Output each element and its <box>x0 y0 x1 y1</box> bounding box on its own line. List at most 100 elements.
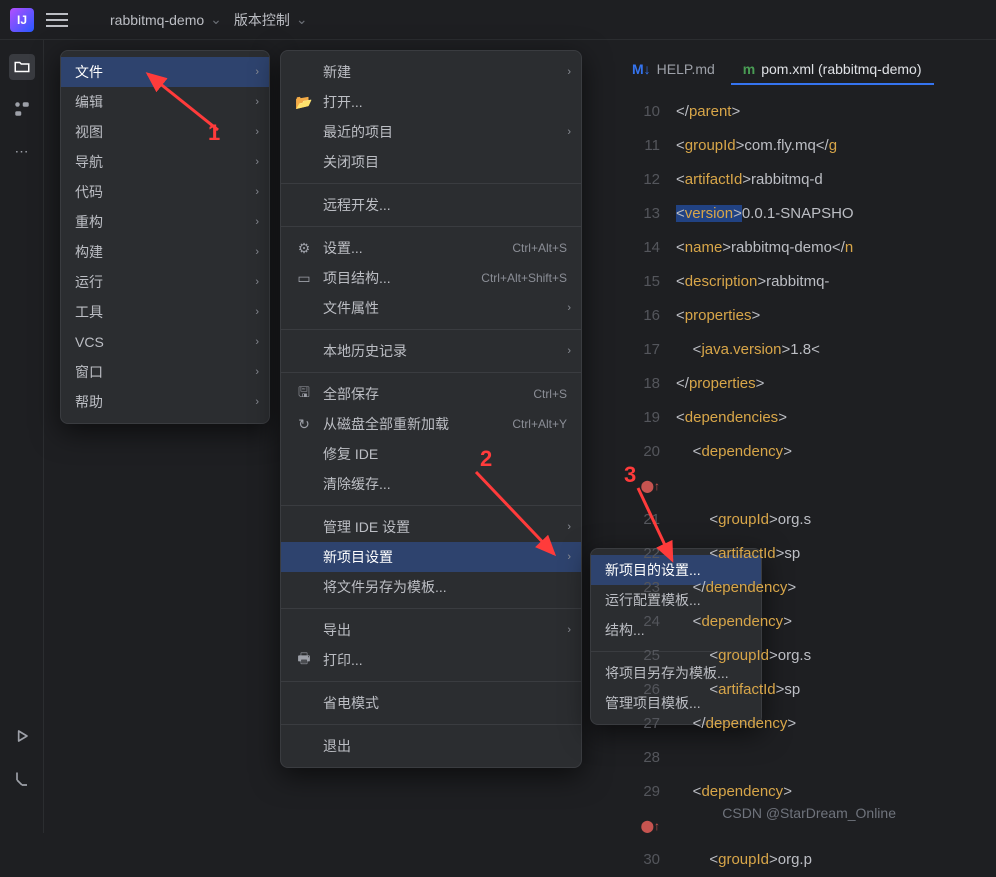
code-content[interactable]: <dependency> <box>676 435 996 503</box>
gutter-icon[interactable]: ⬤↑ <box>641 809 660 843</box>
menu-item[interactable]: 文件属性› <box>281 293 581 323</box>
menu-item[interactable]: 🖶打印... <box>281 645 581 675</box>
menu-item-tools[interactable]: 工具› <box>61 297 269 327</box>
breadcrumb[interactable]: rabbitmq-demo ⌄ <box>110 11 222 28</box>
menu-item[interactable]: 修复 IDE <box>281 439 581 469</box>
menu-item-label: 本地历史记录 <box>323 341 407 361</box>
code-line[interactable]: 12<artifactId>rabbitmq-d <box>620 163 996 197</box>
chevron-down-icon: ⌄ <box>296 11 308 28</box>
code-content[interactable]: <java.version>1.8< <box>676 333 996 367</box>
code-line[interactable]: 23 </dependency> <box>620 571 996 605</box>
code-line[interactable]: 27 </dependency> <box>620 707 996 741</box>
code-content[interactable]: <groupId>org.s <box>676 503 996 537</box>
line-number: 26 <box>620 673 676 707</box>
menu-item[interactable]: 省电模式 <box>281 688 581 718</box>
menu-item-label: 全部保存 <box>323 384 379 404</box>
menu-item[interactable]: 远程开发... <box>281 190 581 220</box>
code-line[interactable]: 14<name>rabbitmq-demo</n <box>620 231 996 265</box>
menu-item[interactable]: 新建› <box>281 57 581 87</box>
menu-item-build[interactable]: 构建› <box>61 237 269 267</box>
menu-item[interactable]: 关闭项目 <box>281 147 581 177</box>
menu-item-icon: 🖶 <box>295 648 313 672</box>
menu-item-vcs[interactable]: VCS› <box>61 327 269 357</box>
main-menu-button[interactable] <box>46 9 68 31</box>
menu-separator <box>281 329 581 330</box>
code-line[interactable]: 24 <dependency> <box>620 605 996 639</box>
menu-item-label: 导航 <box>75 152 103 172</box>
menu-item-window[interactable]: 窗口› <box>61 357 269 387</box>
menu-item[interactable]: ↻从磁盘全部重新加载Ctrl+Alt+Y <box>281 409 581 439</box>
code-line[interactable]: 19<dependencies> <box>620 401 996 435</box>
more-tool-icon[interactable]: ⋯ <box>9 138 35 164</box>
menu-item[interactable]: 最近的项目› <box>281 117 581 147</box>
menu-item-help[interactable]: 帮助› <box>61 387 269 417</box>
code-line[interactable]: 18</properties> <box>620 367 996 401</box>
menu-item-shortcut: Ctrl+S <box>533 387 567 401</box>
code-content[interactable]: <version>0.0.1-SNAPSHO <box>676 197 996 231</box>
code-content[interactable]: <description>rabbitmq- <box>676 265 996 299</box>
line-number: 19 <box>620 401 676 435</box>
menu-item-label: 省电模式 <box>323 693 379 713</box>
menu-item-nav[interactable]: 导航› <box>61 147 269 177</box>
menu-item-label: 重构 <box>75 212 103 232</box>
code-content[interactable]: </dependency> <box>676 707 996 741</box>
menu-item[interactable]: ⚙设置...Ctrl+Alt+S <box>281 233 581 263</box>
code-line[interactable]: 28 <box>620 741 996 775</box>
build-tool-icon[interactable] <box>9 767 35 793</box>
code-content[interactable]: <dependency> <box>676 605 996 639</box>
code-line[interactable]: 16<properties> <box>620 299 996 333</box>
menu-item[interactable]: 📂打开... <box>281 87 581 117</box>
code-content[interactable]: <artifactId>sp <box>676 673 996 707</box>
code-line[interactable]: 30 <groupId>org.p <box>620 843 996 877</box>
code-line[interactable]: 17 <java.version>1.8< <box>620 333 996 367</box>
menu-item-label: 文件 <box>75 62 103 82</box>
menu-item-run[interactable]: 运行› <box>61 267 269 297</box>
code-line[interactable]: 13<version>0.0.1-SNAPSHO <box>620 197 996 231</box>
code-line[interactable]: 15<description>rabbitmq- <box>620 265 996 299</box>
code-content[interactable]: <dependencies> <box>676 401 996 435</box>
menu-item[interactable]: 退出 <box>281 731 581 761</box>
left-tool-bar: ⋯ <box>0 40 44 833</box>
line-number: 25 <box>620 639 676 673</box>
code-line[interactable]: 25 <groupId>org.s <box>620 639 996 673</box>
menu-item-label: 关闭项目 <box>323 152 379 172</box>
chevron-down-icon: ⌄ <box>210 11 222 28</box>
code-content[interactable]: <groupId>org.p <box>676 843 996 877</box>
file-type-icon: M↓ <box>632 61 651 77</box>
code-content[interactable] <box>676 741 996 775</box>
project-tool-icon[interactable] <box>9 54 35 80</box>
menu-item-label: 管理 IDE 设置 <box>323 517 410 537</box>
line-number: 18 <box>620 367 676 401</box>
code-content[interactable]: <groupId>com.fly.mq</g <box>676 129 996 163</box>
menu-item[interactable]: 将文件另存为模板... <box>281 572 581 602</box>
menu-item[interactable]: 🖫 全部保存 Ctrl+S <box>281 379 581 409</box>
code-content[interactable]: </properties> <box>676 367 996 401</box>
annotation-1: 1 <box>208 120 220 146</box>
code-content[interactable]: </dependency> <box>676 571 996 605</box>
code-line[interactable]: 26 <artifactId>sp <box>620 673 996 707</box>
code-content[interactable]: <groupId>org.s <box>676 639 996 673</box>
vcs-label[interactable]: 版本控制 <box>234 10 290 30</box>
menu-item-label: 窗口 <box>75 362 103 382</box>
chevron-right-icon: › <box>255 246 259 258</box>
menu-item[interactable]: 本地历史记录› <box>281 336 581 366</box>
menu-item-icon: 🖫 <box>295 382 313 406</box>
code-line[interactable]: 11<groupId>com.fly.mq</g <box>620 129 996 163</box>
editor-tab[interactable]: mpom.xml (rabbitmq-demo) <box>731 55 934 85</box>
code-line[interactable]: 10</parent> <box>620 95 996 129</box>
chevron-right-icon: › <box>255 186 259 198</box>
run-tool-icon[interactable] <box>9 723 35 749</box>
code-content[interactable]: <properties> <box>676 299 996 333</box>
project-name[interactable]: rabbitmq-demo <box>110 12 204 28</box>
menu-item[interactable]: ▭项目结构...Ctrl+Alt+Shift+S <box>281 263 581 293</box>
menu-item-code[interactable]: 代码› <box>61 177 269 207</box>
code-content[interactable]: <name>rabbitmq-demo</n <box>676 231 996 265</box>
structure-tool-icon[interactable] <box>9 96 35 122</box>
code-content[interactable]: </parent> <box>676 95 996 129</box>
vcs-dropdown[interactable]: 版本控制 ⌄ <box>234 10 308 30</box>
menu-item[interactable]: 导出› <box>281 615 581 645</box>
editor-tab[interactable]: M↓HELP.md <box>620 55 727 85</box>
code-content[interactable]: <artifactId>rabbitmq-d <box>676 163 996 197</box>
code-content[interactable]: <artifactId>sp <box>676 537 996 571</box>
menu-item-refactor[interactable]: 重构› <box>61 207 269 237</box>
